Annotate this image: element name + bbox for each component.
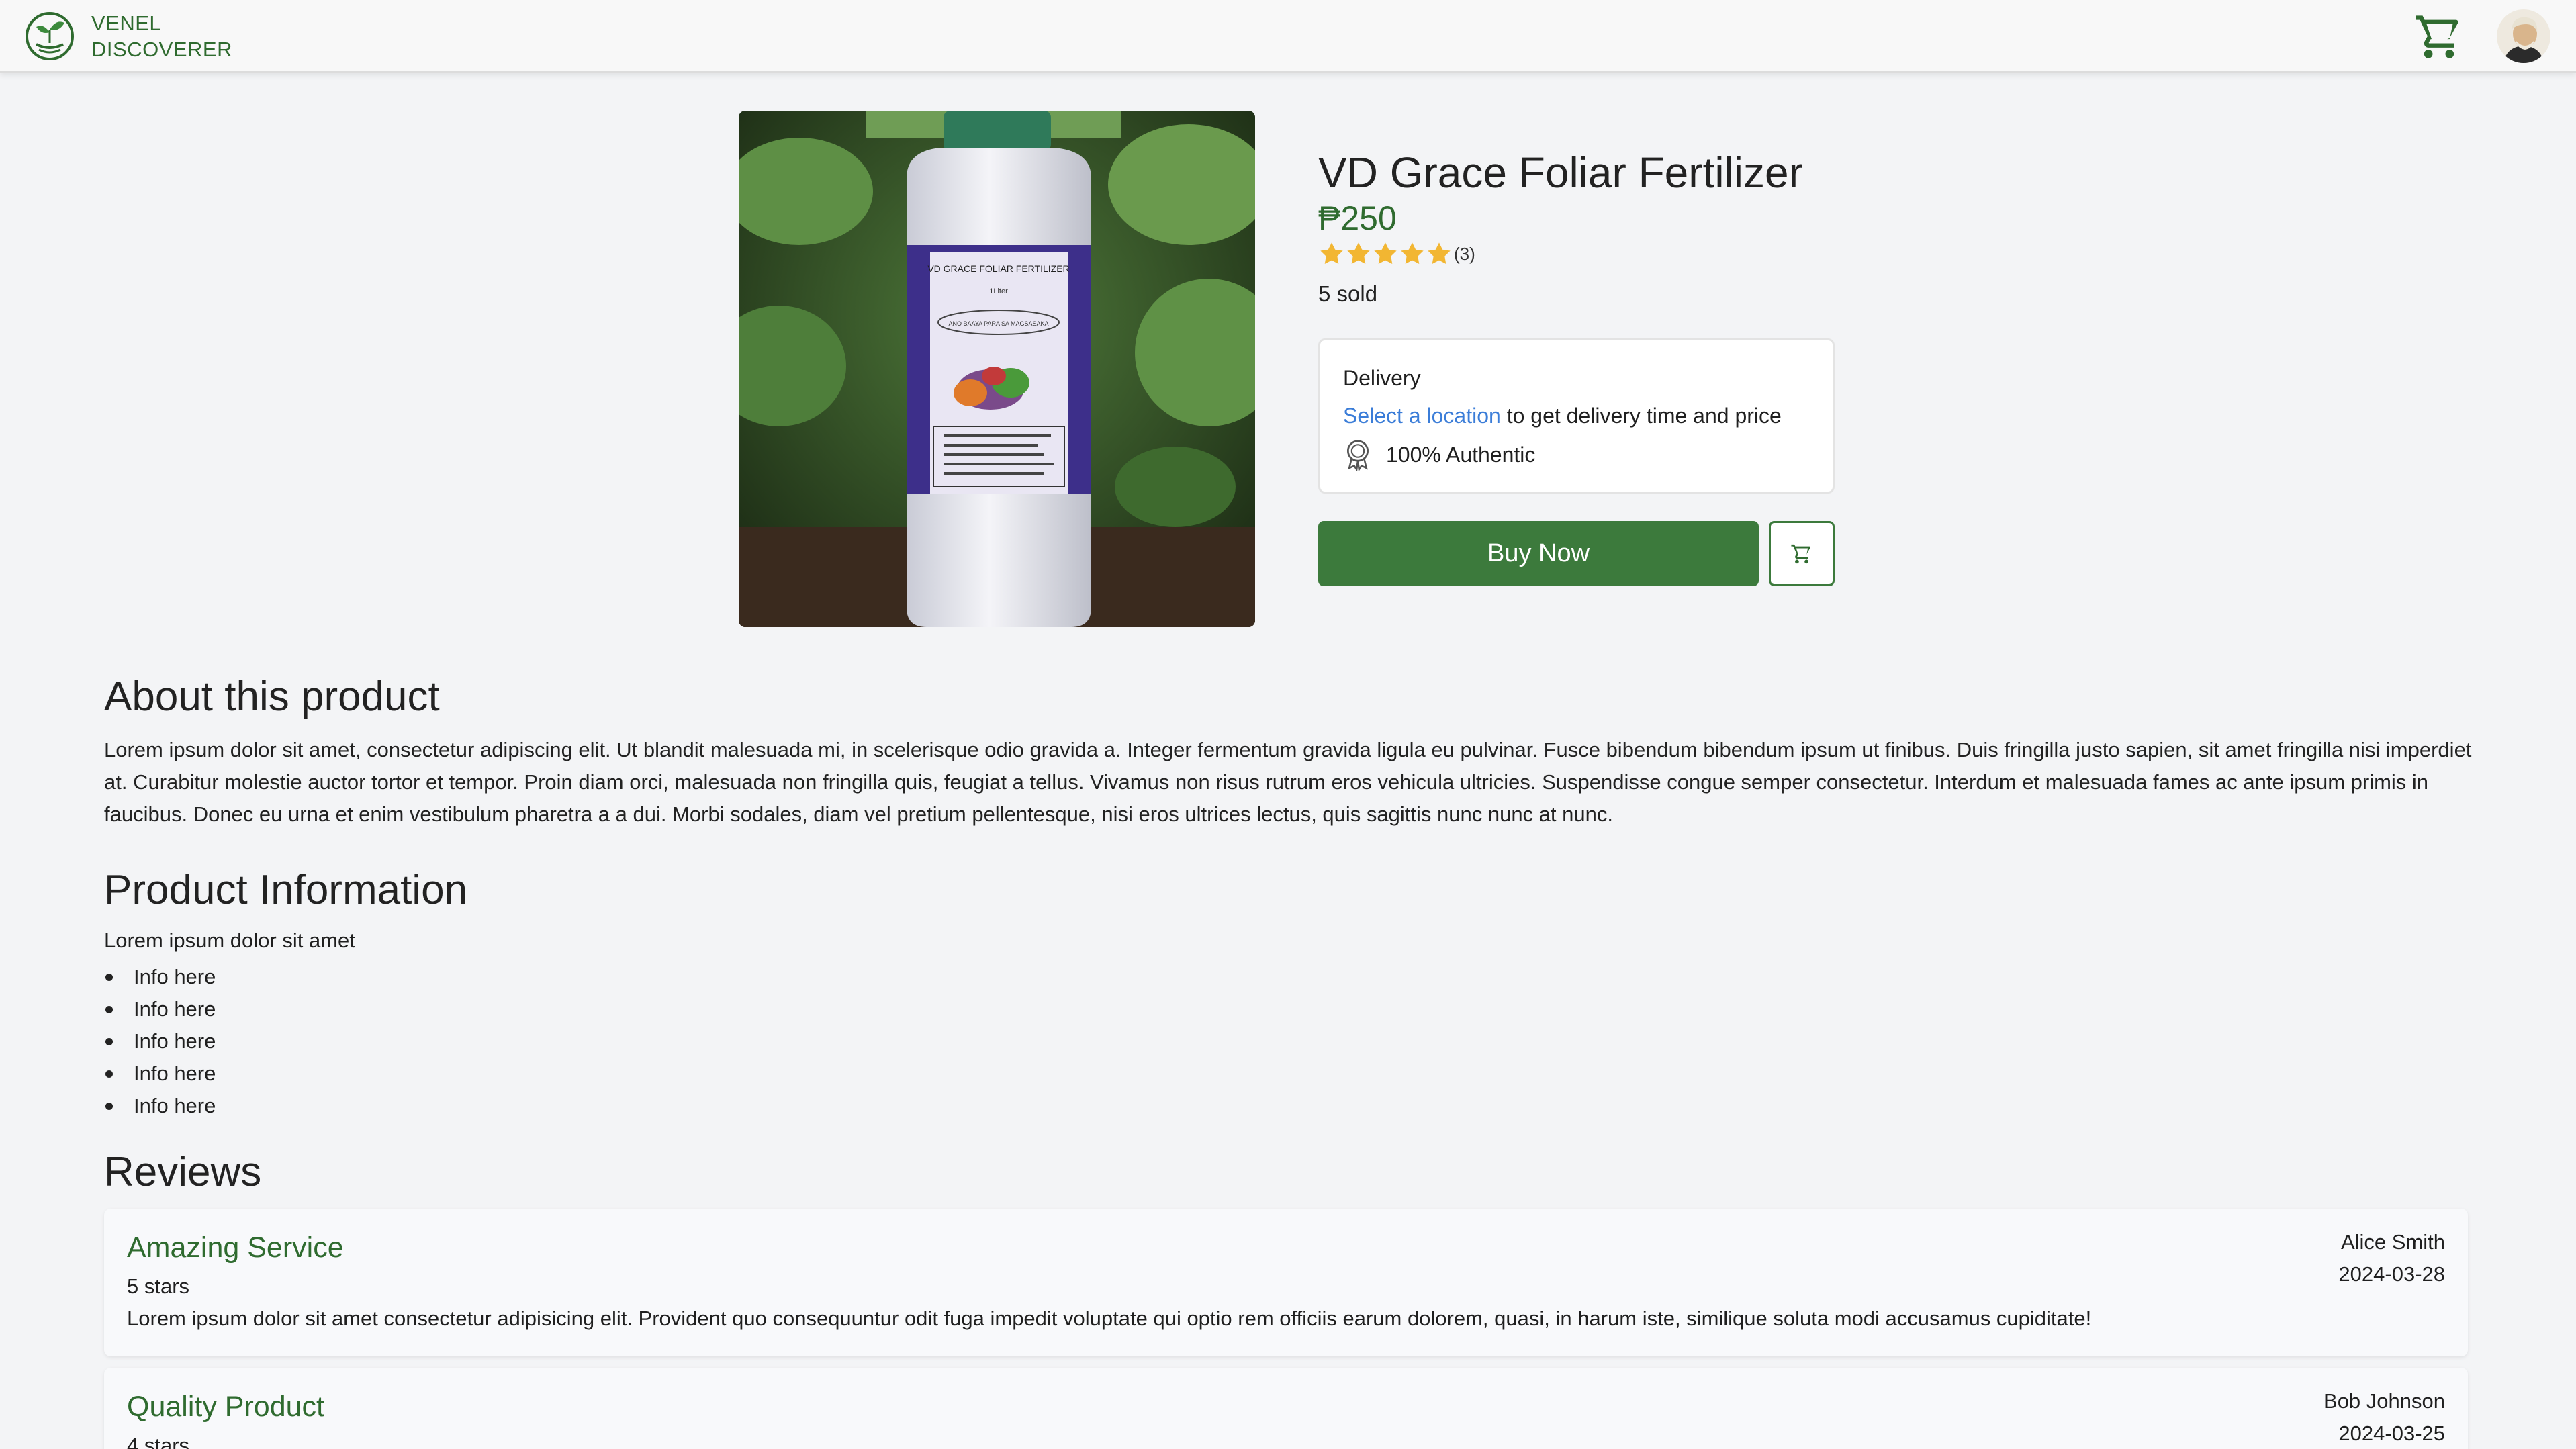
add-to-cart-button[interactable]: [1769, 521, 1835, 586]
label-title: VD GRACE FOLIAR FERTILIZER: [927, 263, 1069, 274]
review-date: 2024-03-25: [2338, 1421, 2445, 1445]
list-item: Info here: [104, 1090, 216, 1122]
avatar-portrait-icon: [2497, 9, 2550, 63]
label-volume: 1Liter: [989, 287, 1008, 295]
list-item: Info here: [104, 993, 216, 1025]
review-card: Amazing Service 5 stars Lorem ipsum dolo…: [104, 1209, 2468, 1356]
rating-count: (3): [1454, 243, 1475, 264]
star-icon: [1428, 242, 1451, 265]
authentic-label: 100% Authentic: [1386, 442, 1536, 467]
reviews-heading: Reviews: [104, 1149, 262, 1195]
product-info-heading: Product Information: [104, 867, 468, 913]
list-item-text: Info here: [134, 997, 216, 1021]
top-navbar: VENEL DISCOVERER: [0, 0, 2576, 73]
leaf-globe-logo-icon: [26, 12, 74, 60]
star-icon: [1320, 242, 1343, 265]
award-badge-icon: [1346, 440, 1369, 471]
product-rating: (3): [1318, 240, 1475, 267]
product-price: ₱250: [1318, 199, 1397, 237]
rating-stars: [1318, 240, 1453, 267]
add-to-cart-icon: [1791, 544, 1810, 563]
product-title: VD Grace Foliar Fertilizer: [1318, 148, 1803, 197]
review-date: 2024-03-28: [2338, 1262, 2445, 1286]
about-heading: About this product: [104, 673, 440, 720]
product-info-list: Info here Info here Info here Info here …: [104, 961, 216, 1122]
label-tagline: ANO BAAYA PARA SA MAGSASAKA: [948, 320, 1048, 327]
review-title: Quality Product: [127, 1391, 324, 1423]
select-location-link[interactable]: Select a location: [1343, 404, 1501, 428]
brand-line-1: VENEL: [91, 11, 162, 35]
fertilizer-bottle-photo: VD GRACE FOLIAR FERTILIZER 1Liter ANO BA…: [739, 111, 1255, 627]
product-image[interactable]: VD GRACE FOLIAR FERTILIZER 1Liter ANO BA…: [739, 111, 1255, 627]
delivery-info-suffix: to get delivery time and price: [1500, 404, 1782, 428]
star-icon: [1374, 242, 1397, 265]
review-author: Bob Johnson: [2324, 1389, 2445, 1413]
review-stars: 4 stars: [127, 1434, 190, 1449]
review-body: Lorem ipsum dolor sit amet consectetur a…: [127, 1307, 2092, 1330]
list-item-text: Info here: [134, 1029, 216, 1053]
review-title: Amazing Service: [127, 1231, 344, 1264]
review-stars: 5 stars: [127, 1274, 190, 1298]
delivery-info: Select a location to get delivery time a…: [1343, 404, 1782, 428]
review-card: Quality Product 4 stars Bob Johnson 2024…: [104, 1368, 2468, 1449]
brand-logo[interactable]: VENEL DISCOVERER: [23, 9, 232, 63]
list-item: Info here: [104, 961, 216, 993]
list-item-text: Info here: [134, 1094, 216, 1117]
product-info-intro: Lorem ipsum dolor sit amet: [104, 929, 355, 952]
delivery-panel: Delivery Select a location to get delive…: [1318, 338, 1835, 494]
shopping-cart-icon[interactable]: [2413, 11, 2465, 62]
list-item: Info here: [104, 1058, 216, 1090]
authentic-badge: 100% Authentic: [1343, 438, 1535, 471]
list-item-text: Info here: [134, 1062, 216, 1085]
list-item: Info here: [104, 1025, 216, 1058]
star-icon: [1401, 242, 1424, 265]
about-description: Lorem ipsum dolor sit amet, consectetur …: [104, 738, 2472, 826]
list-item-text: Info here: [134, 965, 216, 988]
brand-line-2: DISCOVERER: [91, 38, 232, 61]
user-avatar[interactable]: [2497, 9, 2550, 63]
star-icon: [1347, 242, 1370, 265]
brand-name: VENEL DISCOVERER: [91, 10, 232, 62]
review-author: Alice Smith: [2340, 1230, 2445, 1254]
delivery-label: Delivery: [1343, 366, 1421, 390]
buy-now-button[interactable]: Buy Now: [1318, 521, 1759, 586]
sold-count: 5 sold: [1318, 281, 1378, 306]
